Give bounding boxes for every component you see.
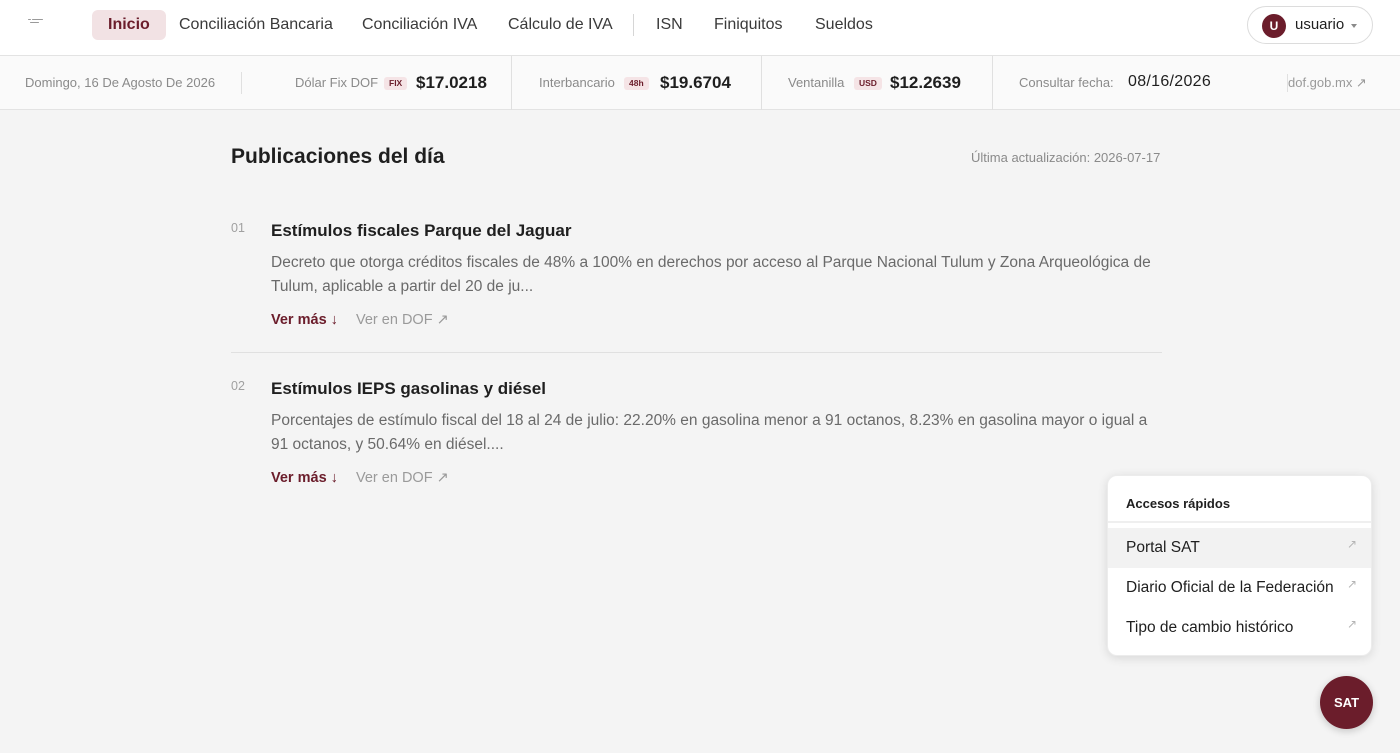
dof-external-link[interactable]: dof.gob.mx ↗ [1288, 75, 1367, 91]
quick-link-dof[interactable]: Diario Oficial de la Federación ↗ [1108, 568, 1371, 608]
dolar-fix-label: Dólar Fix DOF [295, 75, 379, 90]
divider [241, 72, 242, 94]
fix-badge: FIX [384, 77, 408, 90]
usd-badge: USD [854, 77, 882, 90]
publication-title: Estímulos fiscales Parque del Jaguar [271, 221, 572, 240]
quick-link-portal-sat[interactable]: Portal SAT ↗ [1108, 528, 1371, 568]
interbancario-value: $19.6704 [660, 73, 731, 92]
ventanilla-label: Ventanilla [788, 75, 845, 90]
ver-mas-button[interactable]: Ver más ↓ [271, 312, 338, 328]
exchange-rates-bar: Domingo, 16 De Agosto De 2026 Dólar Fix … [0, 56, 1400, 110]
chevron-down-icon [1351, 24, 1357, 28]
quick-link-label: Portal SAT [1126, 539, 1200, 556]
nav-divider [633, 14, 634, 36]
ver-en-dof-link[interactable]: Ver en DOF ↗ [356, 312, 449, 328]
item-number: 02 [231, 379, 245, 393]
ventanilla-value: $12.2639 [890, 73, 961, 92]
external-link-icon: ↗ [1346, 617, 1357, 631]
divider [992, 56, 993, 110]
date-input[interactable]: 08/16/2026 [1128, 73, 1211, 91]
nav-item-finiquitos[interactable]: Finiquitos [714, 10, 782, 40]
ver-en-dof-link[interactable]: Ver en DOF ↗ [356, 470, 449, 486]
item-number: 01 [231, 221, 245, 235]
quick-access-menu: Accesos rápidos Portal SAT ↗ Diario Ofic… [1107, 475, 1372, 656]
top-navigation: Inicio Conciliación Bancaria Conciliació… [0, 0, 1400, 56]
divider [761, 56, 762, 110]
user-menu-button[interactable]: U usuario [1247, 6, 1373, 44]
current-date: Domingo, 16 De Agosto De 2026 [25, 75, 216, 90]
publication-title: Estímulos IEPS gasolinas y diésel [271, 379, 546, 398]
nav-item-isn[interactable]: ISN [656, 10, 683, 40]
logo-icon[interactable] [28, 17, 44, 27]
user-name: usuario [1295, 16, 1345, 33]
nav-item-conciliacion-bancaria[interactable]: Conciliación Bancaria [179, 10, 333, 40]
external-link-icon: ↗ [1346, 537, 1357, 551]
publication-description: Decreto que otorga créditos fiscales de … [271, 254, 1151, 295]
divider [1108, 521, 1371, 523]
last-updated: Última actualización: 2026-07-17 [971, 150, 1161, 165]
nav-item-conciliacion-iva[interactable]: Conciliación IVA [362, 10, 477, 40]
publication-description: Porcentajes de estímulo fiscal del 18 al… [271, 412, 1148, 453]
page-title: Publicaciones del día [231, 145, 445, 168]
ver-mas-button[interactable]: Ver más ↓ [271, 470, 338, 486]
external-link-icon: ↗ [1346, 577, 1357, 591]
nav-item-inicio[interactable]: Inicio [92, 10, 166, 40]
consult-date-label: Consultar fecha: [1019, 75, 1114, 90]
48h-badge: 48h [624, 77, 649, 90]
quick-access-title: Accesos rápidos [1126, 496, 1231, 511]
nav-item-sueldos[interactable]: Sueldos [815, 10, 873, 40]
quick-link-label: Diario Oficial de la Federación [1126, 579, 1334, 596]
avatar: U [1262, 14, 1286, 38]
quick-link-label: Tipo de cambio histórico [1126, 619, 1294, 636]
quick-link-tipo-cambio[interactable]: Tipo de cambio histórico ↗ [1108, 608, 1371, 648]
dolar-fix-value: $17.0218 [416, 73, 487, 92]
sat-fab-button[interactable]: SAT [1320, 676, 1373, 729]
divider [511, 56, 512, 110]
nav-item-calculo-iva[interactable]: Cálculo de IVA [508, 10, 613, 40]
divider [231, 352, 1162, 353]
interbancario-label: Interbancario [539, 75, 615, 90]
